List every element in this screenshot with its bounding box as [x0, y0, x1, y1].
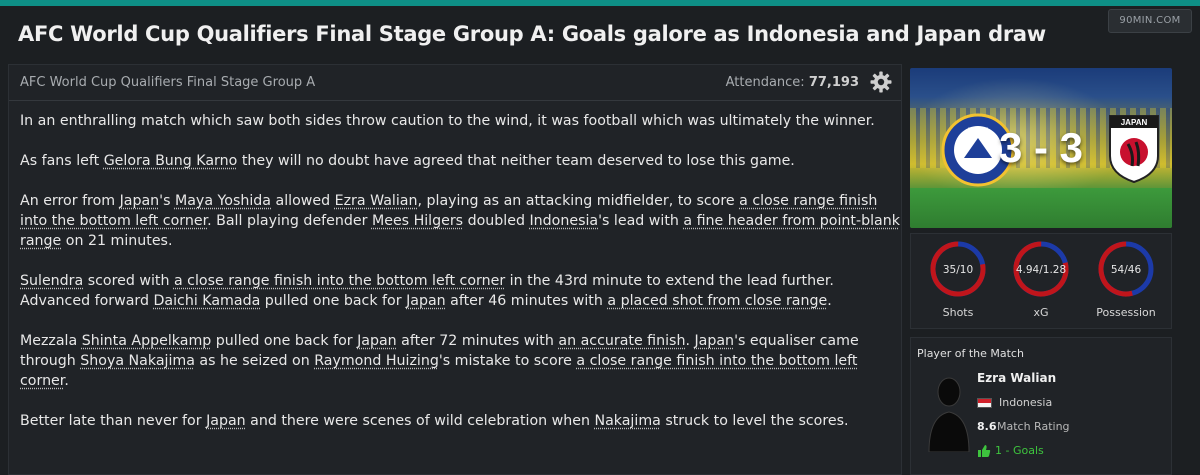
player-of-the-match-panel: Player of the Match Ezra Walian Indonesi…	[910, 337, 1172, 475]
brand-logo: 90MIN.COM	[1108, 9, 1192, 33]
link-team-indonesia[interactable]: Indonesia	[529, 213, 598, 229]
text: 's lead with	[598, 213, 684, 229]
stat-label: Possession	[1096, 306, 1156, 319]
text: Better late than never for	[20, 413, 207, 429]
text: 's mistake to score	[438, 353, 577, 369]
text: . Ball playing defender	[207, 213, 372, 229]
text: , playing as an attacking midfielder, to…	[417, 193, 740, 209]
text: doubled	[463, 213, 530, 229]
text: Mezzala	[20, 333, 82, 349]
text: and there were scenes of wild celebratio…	[245, 413, 595, 429]
text: An error from	[20, 193, 120, 209]
stat-label: xG	[1033, 306, 1049, 319]
link-player-appelkamp[interactable]: Shinta Appelkamp	[82, 333, 212, 349]
text: after 46 minutes with	[445, 293, 608, 309]
top-accent-bar	[0, 0, 1200, 6]
text: after 72 minutes with	[396, 333, 559, 349]
attendance: Attendance: 77,193	[726, 75, 859, 90]
gear-icon[interactable]	[869, 70, 893, 94]
text: struck to level the scores.	[660, 413, 849, 429]
attendance-value: 77,193	[808, 75, 859, 90]
player-nation: Indonesia	[999, 396, 1053, 409]
japan-crest-icon[interactable]: JAPAN	[1106, 112, 1162, 184]
link-team-japan[interactable]: Japan	[406, 293, 446, 309]
link-player-walian[interactable]: Ezra Walian	[335, 193, 418, 209]
paragraph: As fans left Gelora Bung Karno they will…	[20, 151, 900, 171]
article-header: AFC World Cup Qualifiers Final Stage Gro…	[9, 65, 901, 101]
paragraph: Mezzala Shinta Appelkamp pulled one back…	[20, 331, 900, 391]
player-goals: 1 - Goals	[995, 444, 1044, 457]
text: 's	[159, 193, 175, 209]
link-player-yoshida[interactable]: Maya Yoshida	[175, 193, 271, 209]
thumbs-up-icon	[978, 445, 991, 457]
text: As fans left	[20, 153, 104, 169]
stat-shots: 35/10 Shots	[923, 240, 993, 319]
link-player-kamada[interactable]: Daichi Kamada	[154, 293, 261, 309]
link-team-japan[interactable]: Japan	[120, 193, 160, 209]
link-team-japan[interactable]: Japan	[694, 333, 734, 349]
article-body: In an enthralling match which saw both s…	[20, 111, 900, 451]
match-stats-panel: 35/10 Shots 4.94/1.28 xG 54/46 Possessio…	[910, 233, 1172, 329]
paragraph: In an enthralling match which saw both s…	[20, 111, 900, 131]
paragraph: An error from Japan's Maya Yoshida allow…	[20, 191, 900, 251]
indonesia-flag-icon	[977, 398, 992, 408]
link-team-japan[interactable]: Japan	[206, 413, 246, 429]
text: they will no doubt have agreed that neit…	[237, 153, 795, 169]
link-goal-highlight[interactable]: a close range finish into the bottom lef…	[174, 273, 505, 289]
page-title: AFC World Cup Qualifiers Final Stage Gro…	[18, 22, 1046, 46]
text: scored with	[83, 273, 174, 289]
stat-possession: 54/46 Possession	[1091, 240, 1161, 319]
crest-text: JAPAN	[1121, 118, 1148, 127]
text: pulled one back for	[260, 293, 407, 309]
text: on 21 minutes.	[61, 233, 173, 249]
link-stadium[interactable]: Gelora Bung Karno	[104, 153, 238, 169]
scoreboard: PSSI 3 - 3 JAPAN	[910, 68, 1172, 228]
link-goal-highlight[interactable]: an accurate finish	[558, 333, 685, 349]
rating-label: Match Rating	[997, 420, 1070, 433]
link-goal-highlight[interactable]: a placed shot from close range	[607, 293, 827, 309]
potm-title: Player of the Match	[917, 347, 1024, 360]
stat-value: 35/10	[942, 264, 974, 276]
text: .	[64, 373, 69, 389]
link-team-japan[interactable]: Japan	[357, 333, 397, 349]
article-panel: AFC World Cup Qualifiers Final Stage Gro…	[8, 64, 902, 475]
paragraph: Better late than never for Japan and the…	[20, 411, 900, 431]
stat-value: 54/46	[1110, 264, 1142, 276]
attendance-label: Attendance:	[725, 75, 805, 90]
stat-label: Shots	[942, 306, 974, 319]
player-rating: 8.6	[977, 420, 997, 433]
link-player-nakajima[interactable]: Shoya Nakajima	[80, 353, 195, 369]
stat-value: 4.94/1.28	[1015, 264, 1067, 276]
player-avatar-icon[interactable]	[927, 372, 971, 452]
text: In an enthralling match which saw both s…	[20, 113, 875, 129]
link-player-huizing[interactable]: Raymond Huizing	[314, 353, 439, 369]
link-player-nakajima[interactable]: Nakajima	[594, 413, 660, 429]
stat-xg: 4.94/1.28 xG	[1006, 240, 1076, 319]
competition-name: AFC World Cup Qualifiers Final Stage Gro…	[20, 75, 316, 90]
player-name[interactable]: Ezra Walian	[977, 371, 1056, 385]
link-player-sulendra[interactable]: Sulendra	[20, 273, 83, 289]
paragraph: Sulendra scored with a close range finis…	[20, 271, 900, 311]
text: allowed	[271, 193, 335, 209]
pitch-background	[910, 188, 1172, 228]
link-player-hilgers[interactable]: Mees Hilgers	[372, 213, 463, 229]
text: pulled one back for	[211, 333, 358, 349]
text: as he seized on	[194, 353, 315, 369]
text: .	[827, 293, 832, 309]
